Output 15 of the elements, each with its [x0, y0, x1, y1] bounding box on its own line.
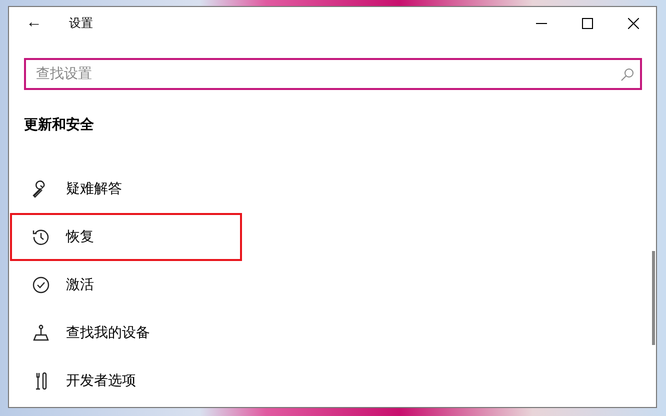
nav-item[interactable]: 疑难解答	[32, 165, 122, 213]
nav-item[interactable]: 恢复	[32, 213, 94, 261]
nav-item[interactable]: 激活	[32, 261, 94, 309]
window-title: 设置	[69, 14, 94, 32]
nav-item[interactable]: 开发者选项	[32, 357, 136, 405]
close-icon	[628, 18, 638, 28]
nav-item[interactable]: 查找我的设备	[32, 309, 150, 357]
section-heading: 更新和安全	[24, 116, 95, 135]
check-circle-icon	[32, 276, 50, 294]
search-icon	[621, 68, 634, 81]
back-button[interactable]: ←	[9, 7, 55, 39]
history-icon	[32, 228, 50, 246]
maximize-icon	[582, 18, 592, 28]
person-pin-icon	[32, 324, 50, 342]
search-field[interactable]: 查找设置	[24, 58, 642, 90]
